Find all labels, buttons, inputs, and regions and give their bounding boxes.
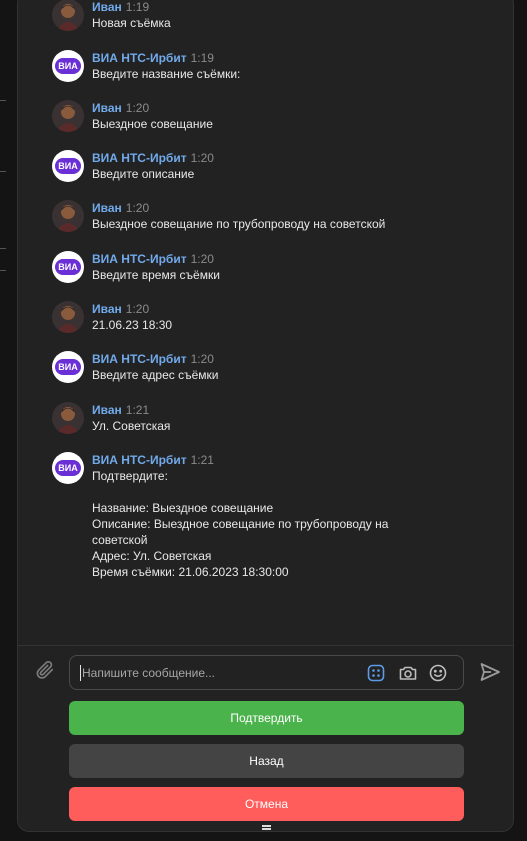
- bot-badge: ВИА: [55, 359, 81, 375]
- sidebar-tick: [0, 270, 6, 271]
- confirm-datetime: Время съёмки: 21.06.2023 18:30:00: [92, 565, 289, 579]
- message: ВИА ВИА НТС-Ирбит 1:20 Введите адрес съём…: [52, 351, 218, 383]
- confirm-summary: Подтвердите: Название: Выездное совещани…: [92, 468, 412, 580]
- message-text: Введите адрес съёмки: [92, 368, 219, 382]
- user-avatar[interactable]: [52, 301, 84, 333]
- user-avatar[interactable]: [52, 0, 84, 31]
- message-time: 1:19: [125, 0, 150, 14]
- message-time: 1:20: [190, 252, 214, 266]
- confirm-address: Адрес: Ул. Советская: [92, 549, 212, 563]
- user-avatar[interactable]: [52, 100, 84, 132]
- message: Иван 1:19 Новая съёмка: [52, 0, 171, 31]
- message-author[interactable]: Иван: [92, 403, 122, 417]
- message-text: Ул. Советская: [92, 419, 171, 433]
- sidebar-tick: [0, 171, 6, 172]
- message-time: 1:19: [190, 51, 214, 65]
- resize-handle[interactable]: [262, 828, 271, 830]
- message-input[interactable]: Напишите сообщение...: [69, 655, 464, 690]
- bot-badge: ВИА: [55, 158, 81, 174]
- message-author[interactable]: ВИА НТС-Ирбит: [92, 352, 187, 366]
- bot-avatar[interactable]: ВИА: [52, 351, 84, 383]
- message: ВИА ВИА НТС-Ирбит 1:21 Подтвердите: Назва…: [52, 452, 412, 580]
- message-list[interactable]: Иван 1:19 Новая съёмка ВИА ВИА НТС-Ирбит 1…: [18, 0, 513, 637]
- message-text: Введите время съёмки: [92, 268, 220, 282]
- bot-avatar[interactable]: ВИА: [52, 150, 84, 182]
- message-time: 1:20: [125, 101, 150, 115]
- message-text: 21.06.23 18:30: [92, 318, 173, 332]
- bot-avatar[interactable]: ВИА: [52, 50, 84, 82]
- message-author[interactable]: ВИА НТС-Ирбит: [92, 453, 187, 467]
- message-author[interactable]: Иван: [92, 302, 122, 316]
- back-button[interactable]: Назад: [69, 744, 464, 778]
- message-time: 1:20: [125, 302, 150, 316]
- bot-badge: ВИА: [55, 460, 81, 476]
- message: Иван 1:20 21.06.23 18:30: [52, 301, 172, 333]
- user-avatar[interactable]: [52, 402, 84, 434]
- message-time: 1:21: [125, 403, 150, 417]
- confirm-description: Описание: Выездное совещание по трубопро…: [92, 517, 389, 547]
- message-time: 1:21: [190, 453, 214, 467]
- message: Иван 1:20 Выездное совещание: [52, 100, 213, 132]
- message-time: 1:20: [190, 352, 214, 366]
- camera-icon[interactable]: [398, 663, 418, 683]
- cancel-button[interactable]: Отмена: [69, 787, 464, 821]
- confirm-name: Название: Выездное совещание: [92, 501, 274, 515]
- composer-divider: [18, 645, 513, 646]
- message-author[interactable]: Иван: [92, 201, 122, 215]
- message-author[interactable]: ВИА НТС-Ирбит: [92, 51, 187, 65]
- bot-avatar[interactable]: ВИА: [52, 452, 84, 484]
- confirm-prompt: Подтвердите:: [92, 469, 168, 483]
- paperclip-icon[interactable]: [34, 659, 56, 681]
- message-text: Введите описание: [92, 167, 195, 181]
- bot-avatar[interactable]: ВИА: [52, 251, 84, 283]
- message-time: 1:20: [190, 151, 214, 165]
- sidebar-tick: [0, 248, 6, 249]
- bot-badge: ВИА: [55, 259, 81, 275]
- bot-badge: ВИА: [55, 58, 81, 74]
- message-text: Выездное совещание: [92, 117, 213, 131]
- message-input-placeholder: Напишите сообщение...: [82, 666, 216, 680]
- confirm-button[interactable]: Подтвердить: [69, 701, 464, 735]
- emoji-icon[interactable]: [428, 663, 448, 683]
- message: ВИА ВИА НТС-Ирбит 1:20 Введите время съём…: [52, 251, 220, 283]
- send-icon[interactable]: [478, 660, 502, 684]
- message-author[interactable]: Иван: [92, 101, 122, 115]
- sidebar-tick: [0, 100, 6, 101]
- message: ВИА ВИА НТС-Ирбит 1:19 Введите название с…: [52, 50, 240, 82]
- message: ВИА ВИА НТС-Ирбит 1:20 Введите описание: [52, 150, 214, 182]
- message-author[interactable]: ВИА НТС-Ирбит: [92, 151, 187, 165]
- left-sidebar-edge: [0, 0, 17, 841]
- message-text: Введите название съёмки:: [92, 67, 241, 81]
- message-author[interactable]: ВИА НТС-Ирбит: [92, 252, 187, 266]
- text-caret: [80, 665, 81, 681]
- user-avatar[interactable]: [52, 200, 84, 232]
- message-author[interactable]: Иван: [92, 0, 122, 14]
- resize-handle[interactable]: [262, 825, 271, 827]
- apps-icon[interactable]: [366, 663, 386, 683]
- message-text: Выездное совещание по трубопроводу на со…: [92, 217, 386, 231]
- message: Иван 1:21 Ул. Советская: [52, 402, 170, 434]
- message-time: 1:20: [125, 201, 150, 215]
- message: Иван 1:20 Выездное совещание по трубопров…: [52, 200, 385, 232]
- message-text: Новая съёмка: [92, 16, 171, 30]
